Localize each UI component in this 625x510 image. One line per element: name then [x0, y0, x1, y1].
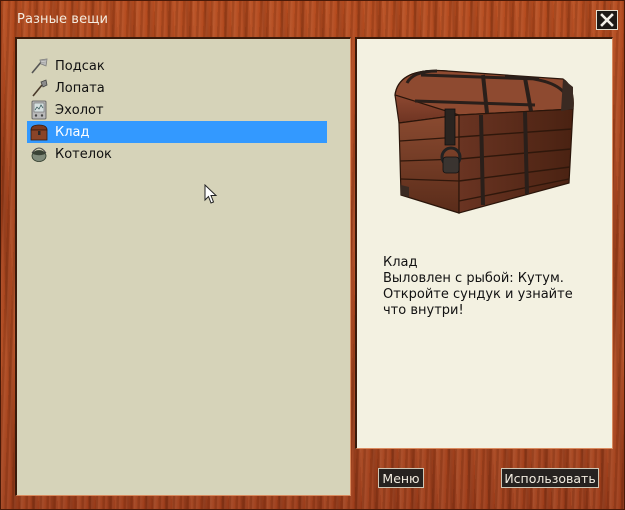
title-bar[interactable]: Разные вещи	[1, 1, 625, 35]
list-item-klad[interactable]: Клад	[27, 121, 327, 143]
echo-sounder-icon	[28, 100, 50, 120]
list-item-podsak[interactable]: Подсак	[27, 55, 327, 77]
shovel-icon	[28, 78, 50, 98]
landing-net-icon	[28, 56, 50, 76]
details-panel: Клад Выловлен с рыбой: Кутум. Откройте с…	[355, 37, 613, 449]
item-description-line: что внутри!	[383, 303, 464, 318]
item-list: Подсак Лопата Эхолот Клад Котелок	[27, 55, 327, 165]
mouse-cursor-icon	[204, 184, 218, 204]
item-name: Клад	[383, 255, 418, 270]
list-item-label: Подсак	[55, 58, 105, 74]
list-item-label: Котелок	[55, 146, 112, 162]
treasure-chest-icon	[28, 122, 50, 142]
close-button[interactable]	[596, 10, 618, 30]
item-description-line: Откройте сундук и узнайте	[383, 287, 573, 302]
window-title: Разные вещи	[17, 12, 109, 27]
list-item-label: Эхолот	[55, 102, 104, 118]
list-item-lopata[interactable]: Лопата	[27, 77, 327, 99]
list-item-label: Лопата	[55, 80, 105, 96]
pot-icon	[28, 144, 50, 164]
items-window: Разные вещи Подсак Лопата Эхолот Клад Ко…	[0, 0, 625, 510]
list-item-echolot[interactable]: Эхолот	[27, 99, 327, 121]
list-item-label: Клад	[55, 124, 90, 140]
list-item-kotelok[interactable]: Котелок	[27, 143, 327, 165]
treasure-chest-image	[394, 69, 574, 214]
item-description-line: Выловлен с рыбой: Кутум.	[383, 271, 564, 286]
item-list-panel: Подсак Лопата Эхолот Клад Котелок	[15, 37, 351, 496]
item-description: Клад Выловлен с рыбой: Кутум. Откройте с…	[383, 255, 603, 319]
use-button[interactable]: Использовать	[501, 468, 599, 488]
close-icon	[600, 13, 614, 27]
menu-button[interactable]: Меню	[378, 468, 424, 488]
